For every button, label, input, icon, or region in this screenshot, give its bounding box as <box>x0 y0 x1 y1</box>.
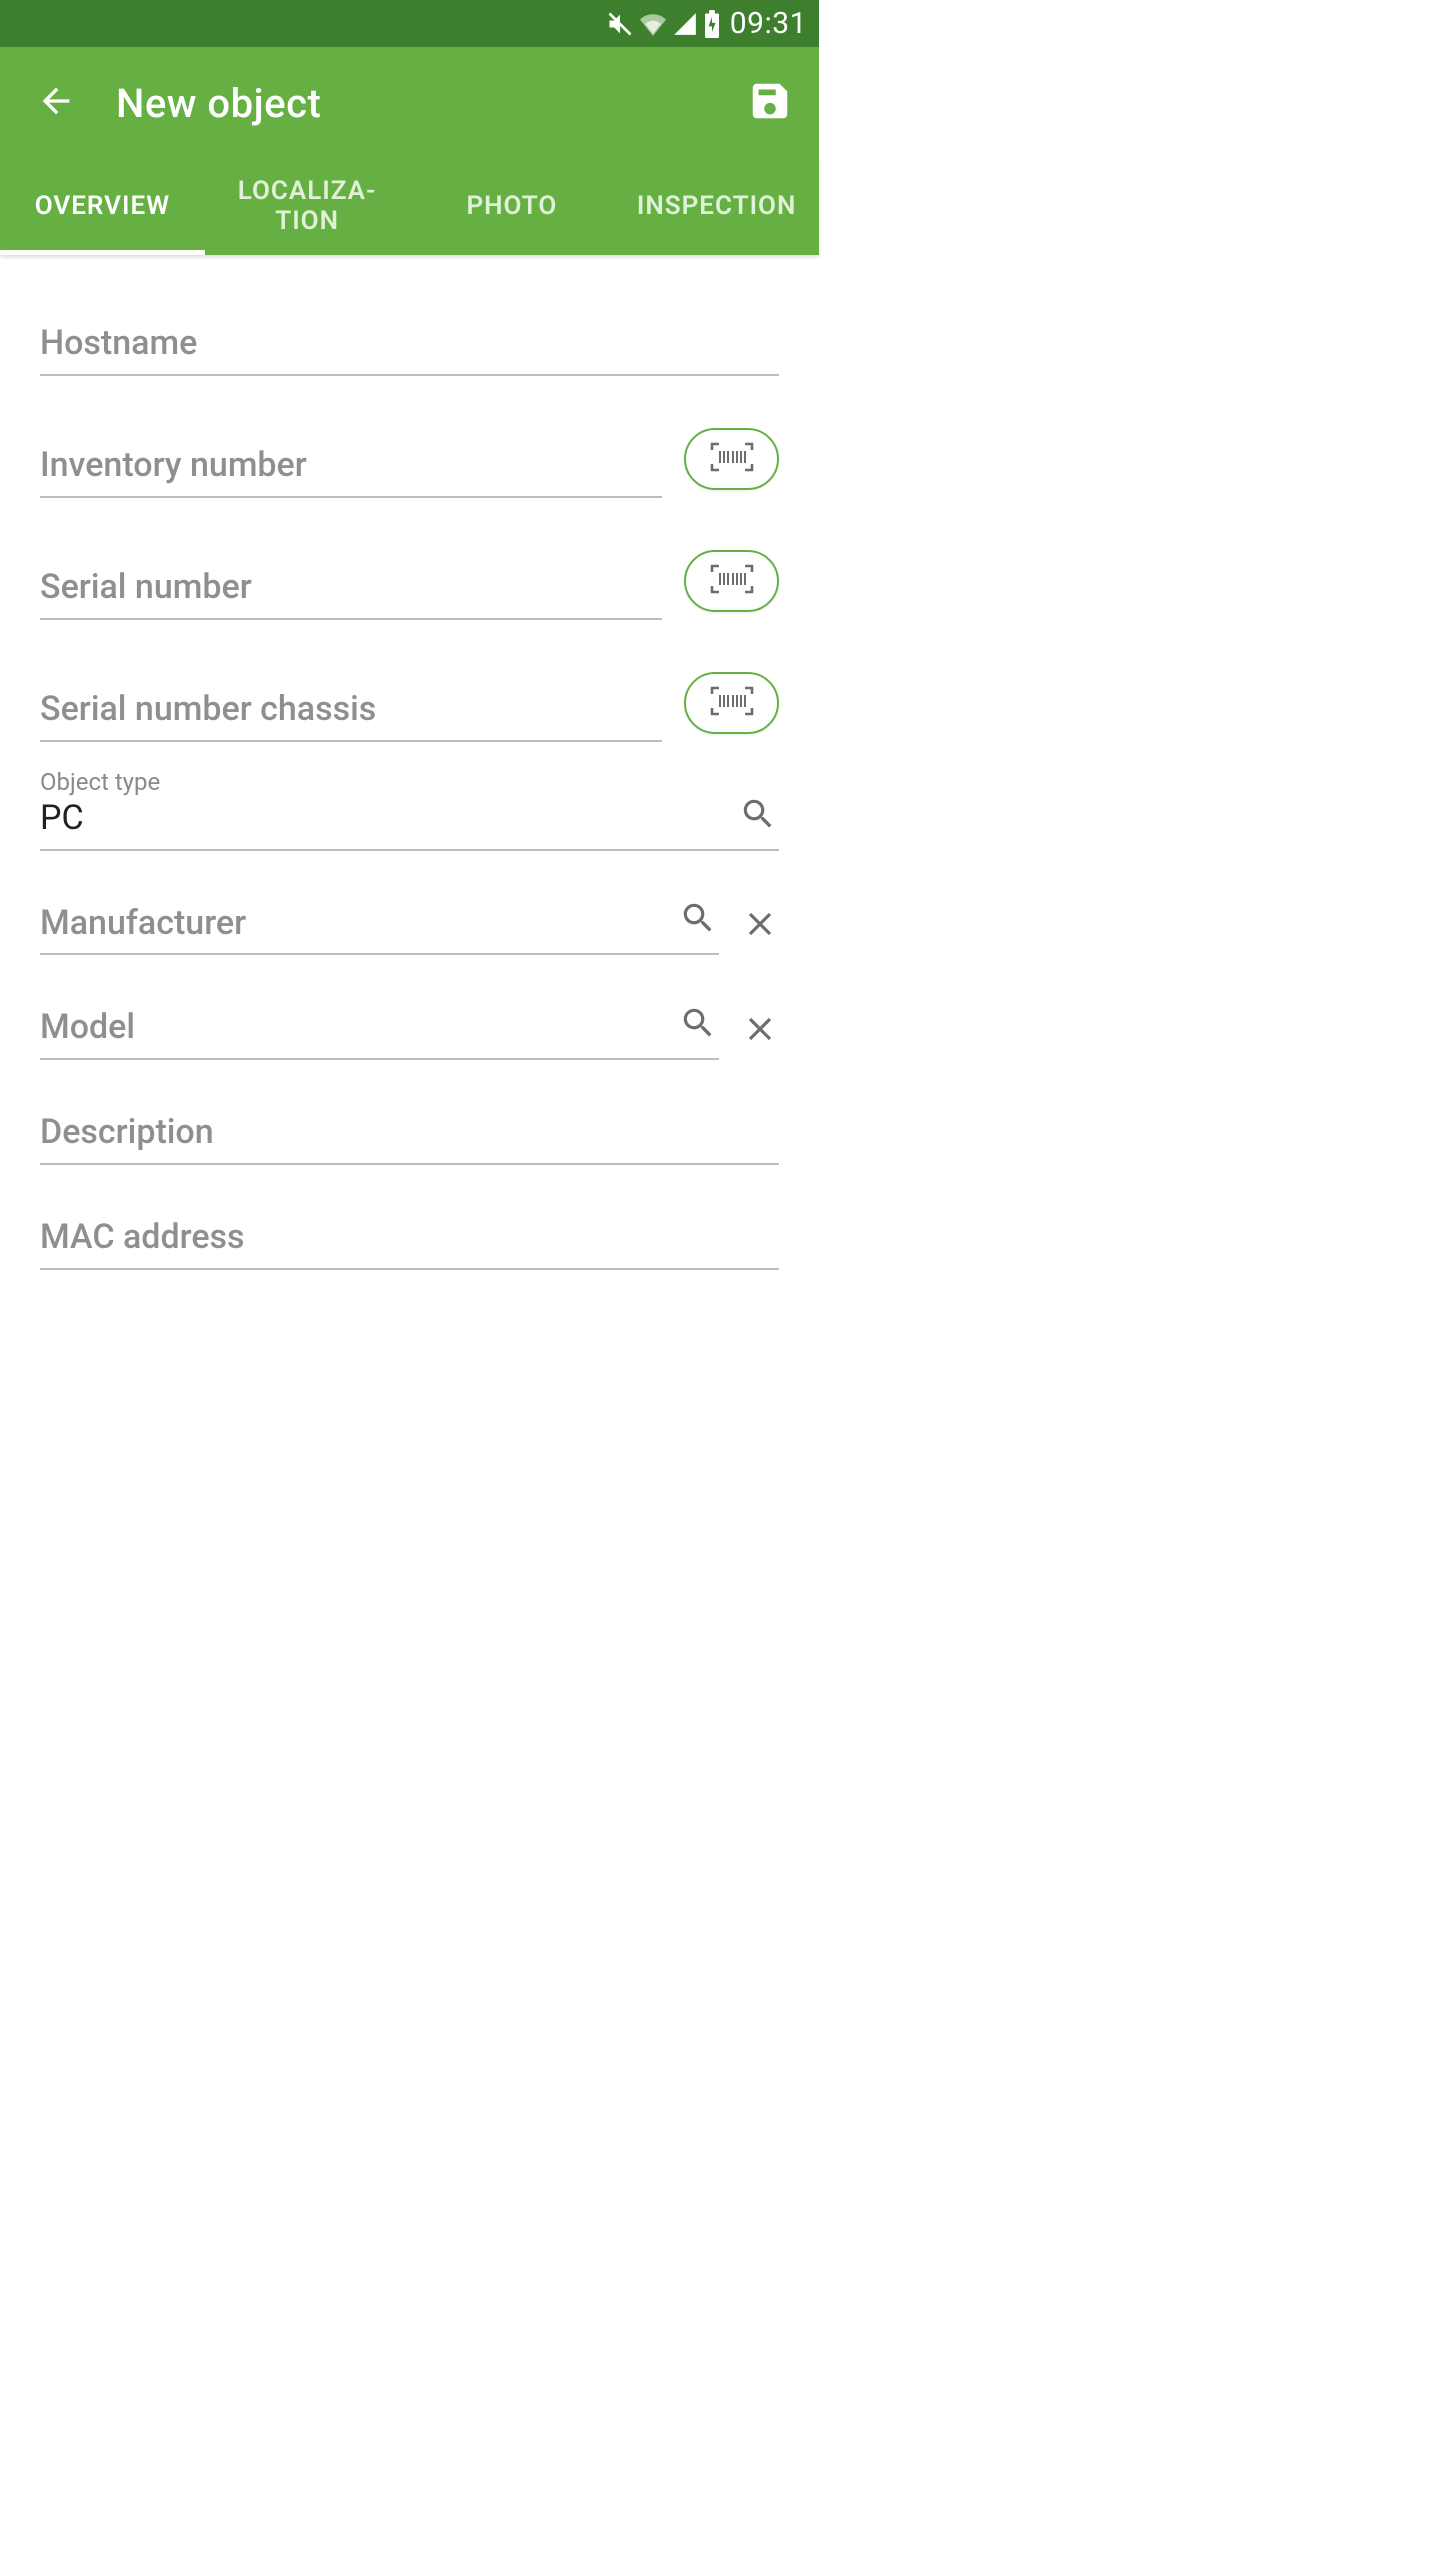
search-icon <box>679 1004 717 1042</box>
back-button[interactable] <box>36 81 76 125</box>
model-search-button[interactable] <box>679 1004 717 1046</box>
save-button[interactable] <box>747 78 793 128</box>
model-clear-button[interactable] <box>741 1010 779 1052</box>
signal-icon <box>672 11 698 37</box>
search-icon <box>679 899 717 937</box>
description-placeholder: Description <box>40 1112 779 1153</box>
serial-chassis-placeholder: Serial number chassis <box>40 689 662 730</box>
close-icon <box>741 1010 779 1048</box>
search-icon <box>739 795 777 833</box>
scan-inventory-button[interactable] <box>684 428 779 490</box>
status-bar: 09:31 <box>0 0 819 47</box>
barcode-icon <box>710 686 754 720</box>
manufacturer-clear-button[interactable] <box>741 905 779 947</box>
tab-label: INSPECTION <box>637 192 797 222</box>
mac-address-placeholder: MAC address <box>40 1217 779 1258</box>
object-type-label: Object type <box>40 768 779 796</box>
model-field[interactable]: Model <box>40 1007 719 1060</box>
manufacturer-field[interactable]: Manufacturer <box>40 903 719 956</box>
status-time: 09:31 <box>730 6 807 41</box>
tab-localization[interactable]: LOCALIZA- TION <box>205 159 410 255</box>
battery-charging-icon <box>704 10 720 38</box>
tab-label: PHOTO <box>466 192 557 222</box>
tab-label: LOCALIZA- TION <box>238 177 377 237</box>
close-icon <box>741 905 779 943</box>
inventory-number-field[interactable]: Inventory number <box>40 445 662 498</box>
hostname-placeholder: Hostname <box>40 323 779 364</box>
tab-inspection[interactable]: INSPECTION <box>614 159 819 255</box>
object-type-value: PC <box>40 798 779 839</box>
wifi-icon <box>640 11 666 37</box>
tab-overview[interactable]: OVERVIEW <box>0 159 205 255</box>
barcode-icon <box>710 564 754 598</box>
model-placeholder: Model <box>40 1007 719 1048</box>
tab-label: OVERVIEW <box>35 192 170 222</box>
hostname-field[interactable]: Hostname <box>40 323 779 376</box>
tab-indicator <box>0 250 205 255</box>
tabs: OVERVIEW LOCALIZA- TION PHOTO INSPECTION <box>0 159 819 255</box>
object-type-field[interactable]: Object type PC <box>40 768 779 851</box>
mac-address-field[interactable]: MAC address <box>40 1217 779 1270</box>
manufacturer-placeholder: Manufacturer <box>40 903 719 944</box>
description-field[interactable]: Description <box>40 1112 779 1165</box>
form-overview: Hostname Inventory number Serial number <box>0 255 819 1270</box>
serial-number-field[interactable]: Serial number <box>40 567 662 620</box>
scan-serial-button[interactable] <box>684 550 779 612</box>
page-title: New object <box>116 80 747 127</box>
mute-icon <box>606 10 634 38</box>
serial-number-placeholder: Serial number <box>40 567 662 608</box>
tab-photo[interactable]: PHOTO <box>410 159 615 255</box>
manufacturer-search-button[interactable] <box>679 899 717 941</box>
object-type-search-button[interactable] <box>739 795 777 837</box>
serial-chassis-field[interactable]: Serial number chassis <box>40 689 662 742</box>
barcode-icon <box>710 442 754 476</box>
app-bar: New object <box>0 47 819 159</box>
scan-serial-chassis-button[interactable] <box>684 672 779 734</box>
inventory-number-placeholder: Inventory number <box>40 445 662 486</box>
